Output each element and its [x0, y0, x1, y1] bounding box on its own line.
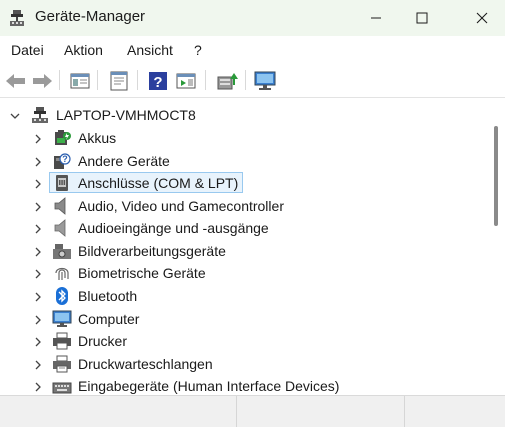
chevron-right-icon[interactable]	[32, 245, 44, 257]
close-icon	[476, 12, 488, 24]
toolbar-separator	[137, 70, 138, 90]
tree-item-andere-geraete[interactable]: ? Andere Geräte	[0, 150, 488, 172]
toolbar-separator	[59, 70, 60, 90]
update-driver-icon[interactable]	[215, 69, 239, 93]
speaker-icon	[52, 197, 72, 215]
chevron-right-icon[interactable]	[32, 290, 44, 302]
menu-datei[interactable]: Datei	[11, 42, 44, 58]
tree-item-druckwarteschlangen[interactable]: Druckwarteschlangen	[0, 353, 488, 375]
computer-tree-icon	[30, 106, 50, 124]
tree-item-label: Anschlüsse (COM & LPT)	[78, 175, 239, 191]
tree-item-akkus[interactable]: Akkus	[0, 127, 488, 149]
minimize-button[interactable]	[353, 0, 399, 36]
status-cell	[0, 396, 237, 427]
tree-item-label: Bluetooth	[78, 288, 138, 304]
tree-item-label: Druckwarteschlangen	[78, 356, 213, 372]
tree-item-label: Computer	[78, 311, 140, 327]
back-arrow-icon[interactable]	[4, 69, 28, 93]
tree-item-label: Andere Geräte	[78, 153, 170, 169]
action-pane-icon[interactable]	[174, 69, 198, 93]
tree-item-audio-video[interactable]: Audio, Video und Gamecontroller	[0, 195, 488, 217]
tree-item-drucker[interactable]: Drucker	[0, 330, 488, 352]
tree-item-biometrisch[interactable]: Biometrische Geräte	[0, 262, 488, 284]
tree-item-bluetooth[interactable]: Bluetooth	[0, 285, 488, 307]
chevron-right-icon[interactable]	[32, 155, 44, 167]
minimize-icon	[371, 17, 381, 19]
close-button[interactable]	[459, 0, 505, 36]
chevron-right-icon[interactable]	[32, 335, 44, 347]
tree-item-label: Biometrische Geräte	[78, 265, 206, 281]
tree-root-row[interactable]: LAPTOP-VMHMOCT8	[0, 104, 488, 126]
title-bar: Geräte-Manager	[0, 0, 505, 36]
toolbar-separator	[245, 70, 246, 90]
menu-bar: Datei Aktion Ansicht ?	[0, 36, 505, 64]
printer-icon	[52, 332, 72, 350]
bluetooth-icon	[52, 287, 72, 305]
chevron-right-icon[interactable]	[32, 267, 44, 279]
battery-icon	[52, 129, 72, 147]
tree-item-label: Audioeingänge und -ausgänge	[78, 220, 269, 236]
chevron-right-icon[interactable]	[32, 132, 44, 144]
tree-item-label: Eingabegeräte (Human Interface Devices)	[78, 378, 340, 394]
toolbar-separator	[97, 70, 98, 90]
tree-item-eingabegeraete[interactable]: Eingabegeräte (Human Interface Devices)	[0, 375, 488, 395]
tree-item-label: Akkus	[78, 130, 117, 146]
fingerprint-icon	[52, 264, 72, 282]
hid-icon	[52, 377, 72, 395]
status-cell	[404, 396, 504, 427]
chevron-right-icon[interactable]	[32, 200, 44, 212]
tree-item-label: Drucker	[78, 333, 128, 349]
help-icon[interactable]: ?	[146, 69, 170, 93]
window-title: Geräte-Manager	[35, 8, 146, 25]
toolbar-separator	[205, 70, 206, 90]
tree-item-label: Bildverarbeitungsgeräte	[78, 243, 226, 259]
port-icon	[52, 174, 72, 192]
chevron-right-icon[interactable]	[32, 358, 44, 370]
toolbar: ?	[0, 64, 505, 98]
chevron-right-icon[interactable]	[32, 177, 44, 189]
camera-icon	[52, 242, 72, 260]
maximize-button[interactable]	[399, 0, 445, 36]
chevron-right-icon[interactable]	[32, 313, 44, 325]
vertical-scrollbar[interactable]	[488, 98, 505, 395]
unknown-device-icon: ?	[52, 152, 72, 170]
forward-arrow-icon[interactable]	[30, 69, 54, 93]
show-hide-console-tree-icon[interactable]	[68, 69, 92, 93]
scrollbar-thumb[interactable]	[494, 126, 498, 226]
audio-io-icon	[52, 219, 72, 237]
print-queue-icon	[52, 355, 72, 373]
tree-item-audioeingaenge[interactable]: Audioeingänge und -ausgänge	[0, 217, 488, 239]
scan-hardware-icon[interactable]	[253, 69, 277, 93]
menu-ansicht[interactable]: Ansicht	[127, 42, 173, 58]
maximize-icon	[416, 12, 428, 24]
svg-text:?: ?	[62, 154, 68, 164]
chevron-right-icon[interactable]	[32, 222, 44, 234]
status-bar	[0, 395, 505, 427]
computer-icon	[52, 310, 72, 328]
chevron-down-icon[interactable]	[9, 109, 21, 121]
tree-item-anschluesse[interactable]: Anschlüsse (COM & LPT)	[0, 172, 488, 194]
tree-item-bildverarbeitung[interactable]: Bildverarbeitungsgeräte	[0, 240, 488, 262]
tree-root-label: LAPTOP-VMHMOCT8	[56, 107, 196, 123]
status-cell	[236, 396, 405, 427]
device-manager-app-icon	[9, 9, 27, 27]
chevron-right-icon[interactable]	[32, 380, 44, 392]
device-tree: LAPTOP-VMHMOCT8 Akkus ? Andere Geräte An…	[0, 98, 488, 395]
properties-icon[interactable]	[107, 69, 131, 93]
tree-item-label: Audio, Video und Gamecontroller	[78, 198, 284, 214]
menu-aktion[interactable]: Aktion	[64, 42, 103, 58]
menu-help[interactable]: ?	[194, 42, 202, 58]
tree-item-computer[interactable]: Computer	[0, 308, 488, 330]
svg-text:?: ?	[153, 74, 162, 91]
